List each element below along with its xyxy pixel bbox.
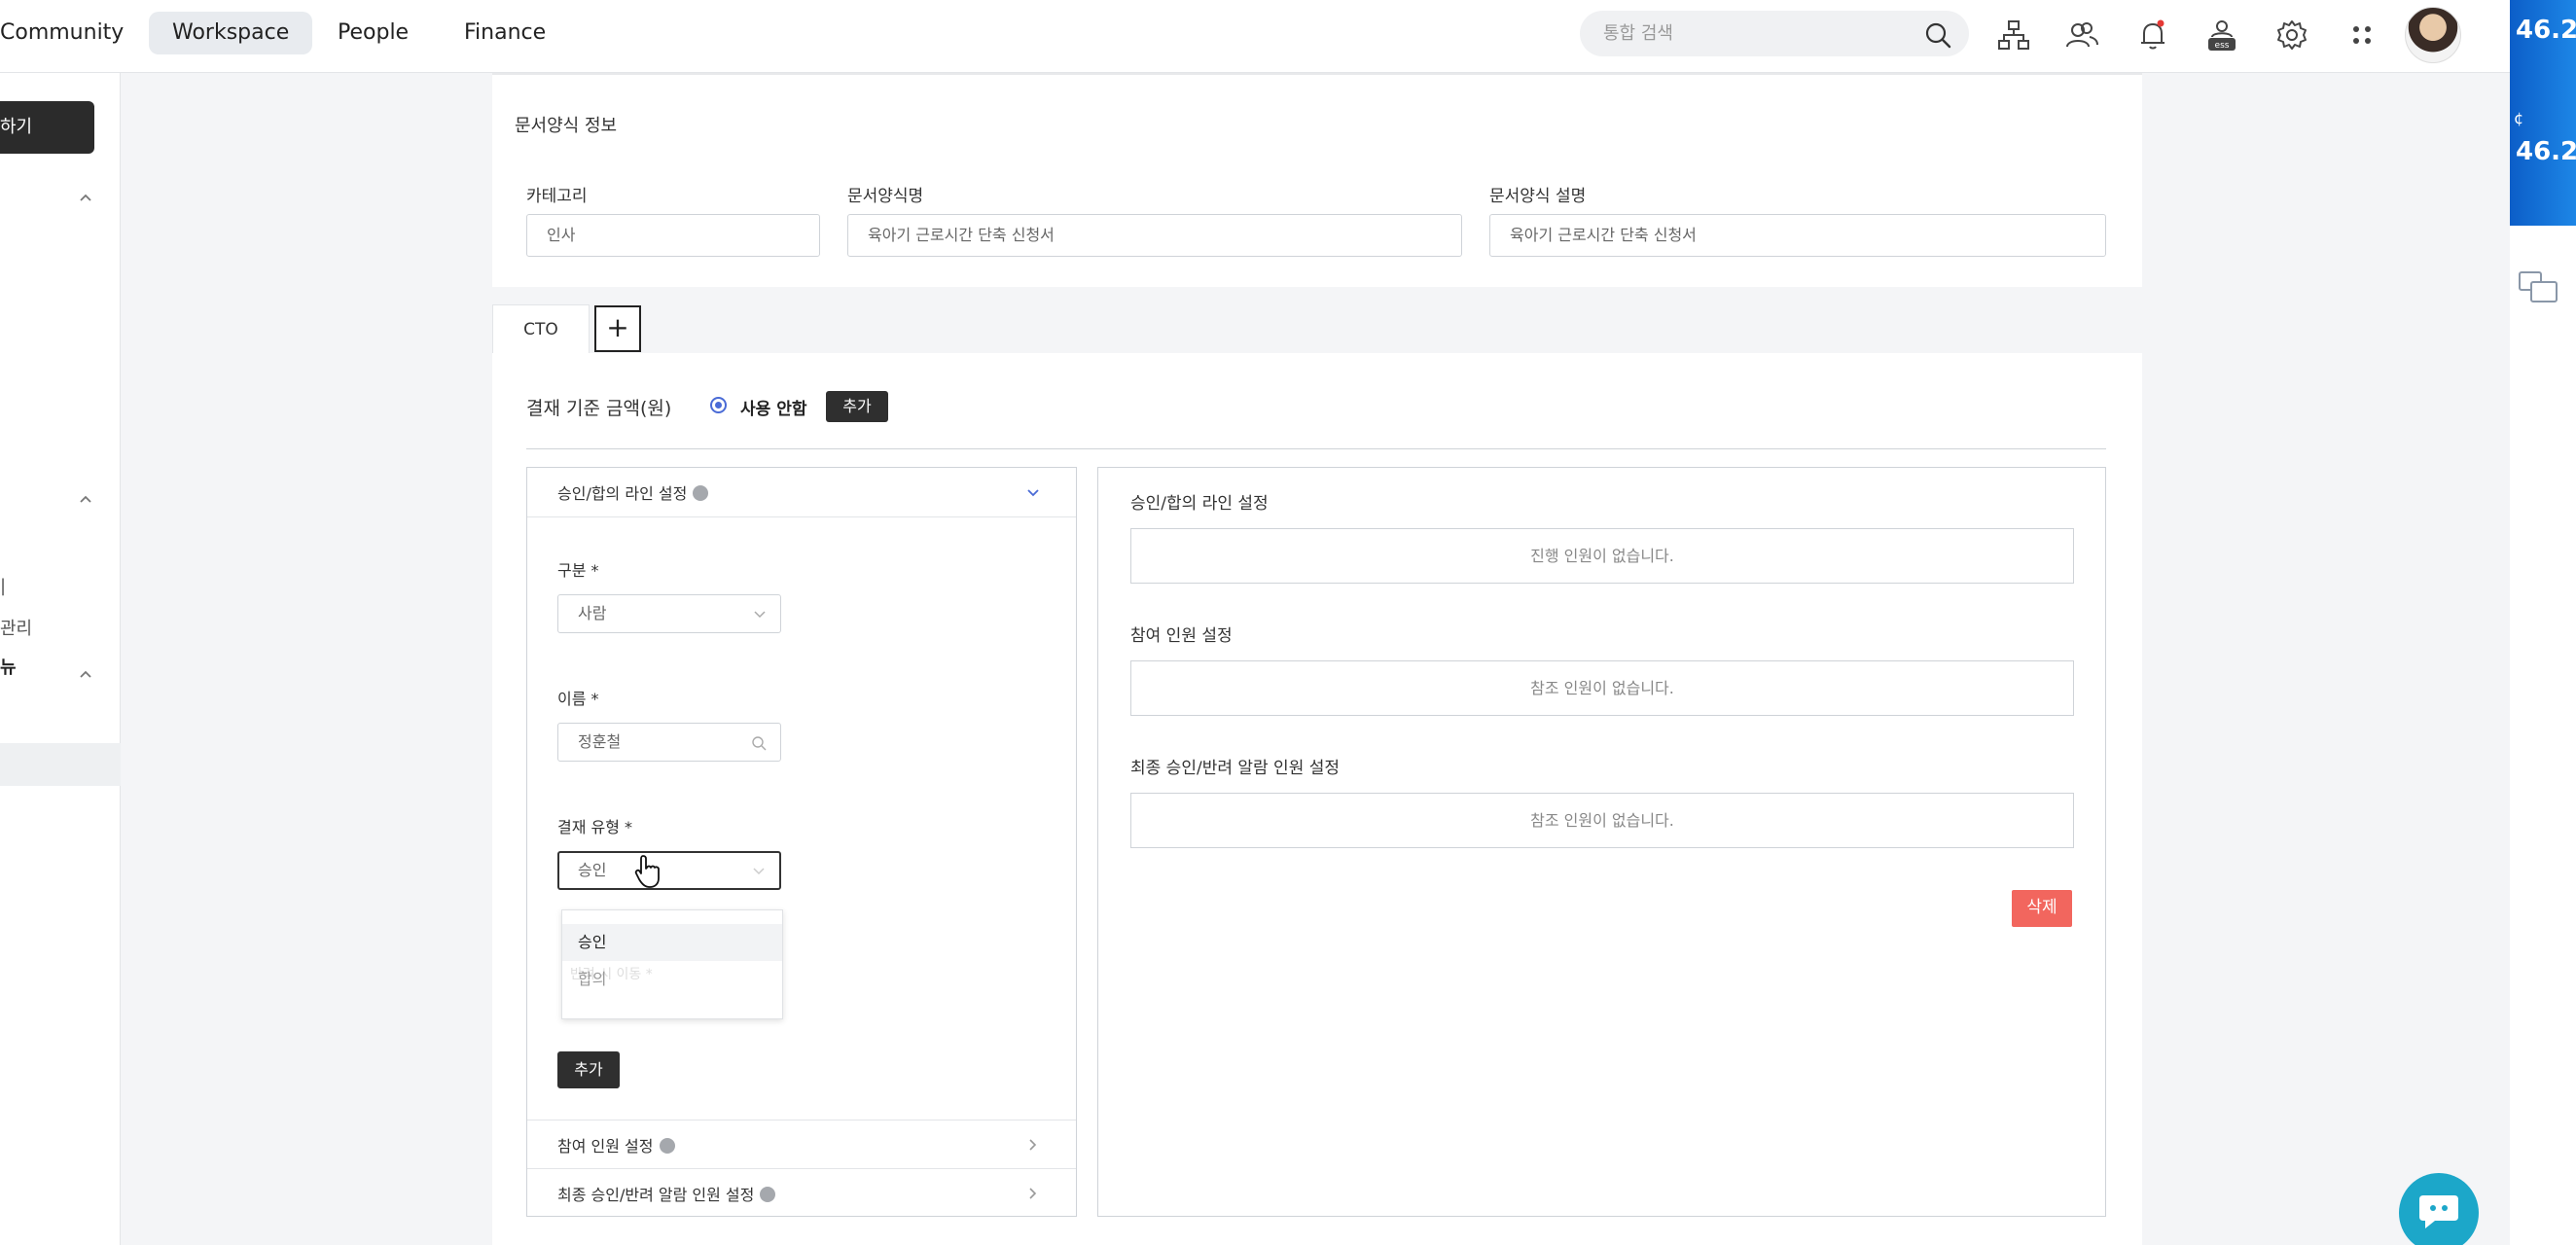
dropdown-option-agree[interactable]: 합의	[562, 961, 782, 998]
approval-main-panel: 결재 기준 금액(원) 사용 안함 추가 승인/합의 라인 설정 구분 * 사람…	[492, 353, 2142, 1245]
info-icon[interactable]	[760, 1187, 776, 1202]
chat-icon	[2419, 1195, 2458, 1228]
notification-dot	[2157, 19, 2165, 27]
final-alarm-title-text: 최종 승인/반려 알람 인원 설정	[557, 1186, 755, 1204]
accordion-title: 승인/합의 라인 설정	[557, 480, 709, 504]
info-icon[interactable]	[659, 1138, 675, 1154]
type-select[interactable]: 사람	[557, 594, 781, 633]
summary-approval-title: 승인/합의 라인 설정	[1130, 494, 1269, 514]
payment-add-button[interactable]: 추가	[826, 391, 888, 422]
dropdown-option-approve[interactable]: 승인	[562, 924, 782, 961]
form-description-label: 문서양식 설명	[1489, 187, 1587, 206]
window-restore-icon[interactable]	[2518, 270, 2560, 305]
summary-column: 승인/합의 라인 설정 진행 인원이 없습니다. 참여 인원 설정 참조 인원이…	[1097, 467, 2106, 1217]
top-navigation-bar: Community Workspace People Finance 통합 검색…	[0, 0, 2510, 73]
summary-participant-title: 참여 인원 설정	[1130, 626, 1233, 646]
nav-people[interactable]: People	[314, 12, 432, 54]
chevron-up-icon[interactable]	[78, 190, 93, 205]
approval-type-dropdown: 반려 시 이동 * 승인 합의	[561, 909, 783, 1019]
desktop-clock-line-2: 46.28	[2516, 137, 2576, 166]
participants-title-text: 참여 인원 설정	[557, 1137, 654, 1156]
ess-icon[interactable]: ess	[2204, 18, 2239, 53]
sidebar-item-separator[interactable]: |	[0, 576, 6, 596]
name-label: 이름 *	[557, 690, 599, 708]
chevron-down-icon	[753, 868, 765, 875]
app-window: Community Workspace People Finance 통합 검색…	[0, 0, 2510, 1245]
type-select-value: 사람	[578, 604, 607, 622]
info-icon[interactable]	[693, 485, 709, 501]
form-name-field[interactable]: 육아기 근로시간 단축 신청서	[847, 214, 1462, 257]
form-info-panel: 문서양식 정보 카테고리 인사 문서양식명 육아기 근로시간 단축 신청서 문서…	[492, 75, 2142, 287]
chevron-down-icon[interactable]	[1025, 485, 1041, 501]
settings-gear-icon[interactable]	[2274, 18, 2309, 53]
section-title: 문서양식 정보	[515, 116, 618, 136]
chevron-up-icon[interactable]	[78, 666, 93, 682]
bell-icon[interactable]	[2135, 18, 2170, 53]
approval-type-label: 결재 유형 *	[557, 818, 633, 836]
chevron-down-icon	[754, 611, 766, 619]
chevron-up-icon[interactable]	[78, 491, 93, 507]
accordion-participants[interactable]: 참여 인원 설정	[527, 1120, 1076, 1168]
participants-title: 참여 인원 설정	[557, 1133, 675, 1156]
left-sidebar: 하기 | 관리 뉴	[0, 73, 121, 1245]
search-icon[interactable]	[751, 735, 767, 751]
chevron-right-icon[interactable]	[1025, 1137, 1041, 1153]
sidebar-action-button[interactable]: 하기	[0, 101, 94, 154]
final-alarm-empty-box: 참조 인원이 없습니다.	[1130, 793, 2074, 848]
org-chart-icon[interactable]	[1996, 18, 2031, 53]
delete-button[interactable]: 삭제	[2012, 890, 2072, 927]
people-group-icon[interactable]	[2064, 18, 2099, 53]
category-label: 카테고리	[526, 187, 588, 206]
tab-strip: CTO +	[492, 287, 2142, 353]
chat-support-button[interactable]	[2399, 1173, 2479, 1245]
desktop-clock-line-1: 46.20	[2516, 16, 2576, 45]
name-search-field[interactable]: 정훈철	[557, 723, 781, 762]
sidebar-item-manage[interactable]: 관리	[0, 615, 32, 640]
user-avatar[interactable]	[2405, 7, 2461, 63]
category-field[interactable]: 인사	[526, 214, 820, 257]
approval-line-empty-box: 진행 인원이 없습니다.	[1130, 528, 2074, 584]
name-value: 정훈철	[578, 732, 622, 751]
no-use-radio[interactable]	[710, 397, 727, 413]
hand-cursor-icon	[634, 855, 660, 888]
nav-finance[interactable]: Finance	[441, 12, 569, 54]
final-alarm-title: 최종 승인/반려 알람 인원 설정	[557, 1182, 776, 1205]
approval-type-value: 승인	[578, 861, 607, 879]
form-name-label: 문서양식명	[847, 187, 924, 206]
tab-cto[interactable]: CTO	[492, 304, 590, 353]
accordion-final-alarm[interactable]: 최종 승인/반려 알람 인원 설정	[527, 1168, 1076, 1217]
approval-settings-column: 승인/합의 라인 설정 구분 * 사람 이름 * 정훈철 결재 유형 * 승인 …	[526, 467, 1077, 1217]
participant-empty-box: 참조 인원이 없습니다.	[1130, 660, 2074, 716]
sidebar-item-menu[interactable]: 뉴	[0, 654, 17, 679]
desktop-widget: 46.20 ¢ 46.28	[2510, 0, 2576, 226]
desktop-symbol: ¢	[2514, 109, 2524, 127]
no-use-radio-label[interactable]: 사용 안함	[740, 395, 806, 419]
form-description-field[interactable]: 육아기 근로시간 단축 신청서	[1489, 214, 2106, 257]
search-input[interactable]	[1603, 11, 1895, 56]
add-tab-button[interactable]: +	[594, 305, 641, 352]
type-label: 구분 *	[557, 561, 599, 580]
accordion-approval-line[interactable]: 승인/합의 라인 설정	[527, 468, 1076, 517]
apps-grid-icon[interactable]	[2344, 18, 2379, 53]
divider	[526, 448, 2106, 449]
summary-final-alarm-title: 최종 승인/반려 알람 인원 설정	[1130, 759, 1341, 778]
search-icon[interactable]	[1924, 21, 1951, 49]
approval-type-select[interactable]: 승인	[557, 851, 781, 890]
accordion-title-text: 승인/합의 라인 설정	[557, 484, 688, 503]
nav-community[interactable]: Community	[0, 12, 147, 54]
ess-label: ess	[2215, 41, 2230, 51]
global-search[interactable]	[1580, 11, 1969, 56]
payment-criteria-label: 결재 기준 금액(원)	[526, 398, 672, 419]
sidebar-selected-item[interactable]	[0, 743, 121, 786]
chevron-right-icon[interactable]	[1025, 1186, 1041, 1201]
nav-workspace[interactable]: Workspace	[149, 12, 313, 54]
approval-add-button[interactable]: 추가	[557, 1051, 620, 1088]
